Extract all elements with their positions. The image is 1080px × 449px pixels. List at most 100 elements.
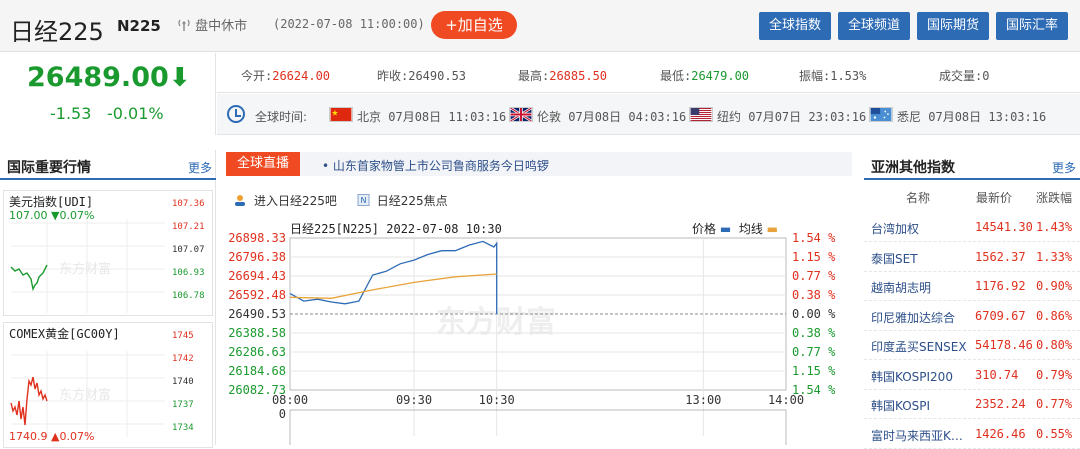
- y-tick-label: 26694.43: [228, 269, 286, 283]
- intl-markets-panel: 国际重要行情 更多 美元指数[UDI] 107.00 ▼0.07% 东方财富 1…: [0, 150, 216, 448]
- volume-stat: 成交量:0: [939, 69, 990, 83]
- last-price: 26489.00: [27, 62, 169, 93]
- asia-index-pct: 1.43%: [1036, 220, 1073, 234]
- intraday-chart[interactable]: 日经225[N225] 2022-07-08 10:30 价格 ▬ 均线 ▬ 东…: [226, 214, 852, 449]
- y-tick-pct-label: 0.38 %: [792, 326, 836, 340]
- x-tick-label: 09:30: [396, 393, 432, 407]
- asia-index-price: 2352.24: [975, 397, 1026, 411]
- volume-value: 0: [982, 69, 990, 83]
- y-tick-pct-label: 1.15 %: [792, 250, 836, 264]
- open-stat: 今开:26624.00: [241, 69, 331, 83]
- svg-text:N: N: [360, 196, 366, 205]
- y-tick-label: 26592.48: [228, 288, 286, 302]
- add-watchlist-button[interactable]: +加自选: [431, 11, 517, 39]
- asia-index-name[interactable]: 富时马来西亚K…: [871, 427, 973, 444]
- high-stat: 最高:26885.50: [518, 69, 608, 83]
- asia-indices-title: 亚洲其他指数: [871, 160, 955, 176]
- australia-flag-icon: [869, 107, 893, 122]
- asia-index-name[interactable]: 越南胡志明: [871, 279, 973, 296]
- high-value: 26885.50: [549, 69, 608, 83]
- asia-index-name[interactable]: 韩国KOSPI: [871, 397, 973, 414]
- news-icon: N: [357, 194, 370, 206]
- asia-index-row[interactable]: 韩国KOSPI200 310.74 0.79%: [864, 361, 1080, 390]
- asia-indices-header: 亚洲其他指数 更多: [864, 150, 1080, 180]
- asia-index-row[interactable]: 富时马来西亚K… 1426.46 0.55%: [864, 420, 1080, 449]
- low-value: 26479.00: [691, 69, 750, 83]
- price-change: -1.53: [50, 104, 92, 123]
- price-legend-mark: ▬: [719, 222, 732, 236]
- col-price: 最新价: [976, 191, 1013, 205]
- nav-global-index-button[interactable]: 全球指数: [759, 12, 831, 40]
- global-time-bar: 全球时间: 北京 07月08日 11:03:16 伦敦 07月08日 04:03…: [217, 94, 1080, 135]
- live-news-bar: • 山东首家物管上市公司鲁商服务今日鸣锣: [300, 152, 852, 176]
- user-forum-icon: [235, 195, 245, 206]
- y-tick-label: 26796.38: [228, 250, 286, 264]
- asia-index-row[interactable]: 越南胡志明 1176.92 0.90%: [864, 272, 1080, 301]
- open-value: 26624.00: [272, 69, 331, 83]
- volume-label: 0: [279, 407, 286, 421]
- page-title: 日经225: [10, 18, 104, 46]
- market-status: 盘中休市: [177, 15, 247, 34]
- city-time-beijing: 北京 07月08日 11:03:16: [357, 110, 507, 124]
- asia-index-pct: 0.79%: [1036, 367, 1073, 382]
- asia-index-row[interactable]: 泰国SET 1562.37 1.33%: [864, 243, 1080, 272]
- y-tick-pct-label: 0.77 %: [792, 345, 836, 359]
- intl-markets-title: 国际重要行情: [7, 160, 91, 176]
- forum-link[interactable]: 进入日经225吧: [234, 192, 337, 209]
- focus-link[interactable]: N 日经225焦点: [357, 192, 448, 209]
- nav-intl-futures-button[interactable]: 国际期货: [917, 12, 989, 40]
- asia-index-price: 14541.30: [975, 220, 1033, 234]
- y-tick-pct-label: 1.15 %: [792, 364, 836, 378]
- asia-index-name[interactable]: 韩国KOSPI200: [871, 368, 973, 385]
- col-pct: 涨跌幅: [1036, 191, 1073, 205]
- index-code: N225: [117, 17, 161, 35]
- prev-close-value: 26490.53: [408, 69, 467, 83]
- asia-index-row[interactable]: 韩国KOSPI 2352.24 0.77%: [864, 390, 1080, 419]
- comex-gold-value: 1740.9 ▲0.07%: [9, 430, 95, 443]
- china-flag-icon: [329, 107, 353, 122]
- city-time-newyork: 纽约 07月07日 23:03:16: [717, 110, 867, 124]
- asia-index-price: 6709.67: [975, 308, 1026, 323]
- asia-index-price: 54178.46: [975, 338, 1033, 352]
- center-panel: 全球直播 • 山东首家物管上市公司鲁商服务今日鸣锣 进入日经225吧 N 日经22…: [226, 150, 852, 449]
- usd-index-widget[interactable]: 美元指数[UDI] 107.00 ▼0.07% 东方财富 107.36 107.…: [3, 190, 213, 316]
- asia-index-price: 1176.92: [975, 279, 1026, 293]
- y-tick-label: 26286.63: [228, 345, 286, 359]
- chart-legend: 价格 ▬ 均线 ▬: [692, 222, 779, 236]
- x-tick-label: 14:00: [768, 393, 804, 407]
- intl-markets-more-link[interactable]: 更多: [188, 159, 212, 176]
- nav-intl-fx-button[interactable]: 国际汇率: [996, 12, 1068, 40]
- asia-index-name[interactable]: 台湾加权: [871, 220, 973, 237]
- live-news-link[interactable]: • 山东首家物管上市公司鲁商服务今日鸣锣: [322, 157, 549, 174]
- sub-links: 进入日经225吧 N 日经225焦点: [234, 192, 464, 209]
- comex-gold-widget[interactable]: COMEX黄金[GC00Y] 东方财富 1740.9 ▲0.07% 1745 1…: [3, 322, 213, 448]
- watermark: 东方财富: [59, 387, 111, 403]
- y-tick-pct-label: 1.54 %: [792, 231, 836, 245]
- y-tick-pct-label: 0.00 %: [792, 307, 836, 321]
- asia-index-price: 1426.46: [975, 426, 1026, 441]
- nav-global-channel-button[interactable]: 全球频道: [838, 12, 910, 40]
- x-tick-label: 08:00: [272, 393, 308, 407]
- asia-index-row[interactable]: 台湾加权 14541.30 1.43%: [864, 213, 1080, 242]
- asia-index-name[interactable]: 印度孟买SENSEX: [871, 338, 973, 355]
- global-time-label: 全球时间:: [255, 110, 308, 124]
- asia-index-price: 1562.37: [975, 249, 1026, 264]
- asia-index-pct: 0.90%: [1036, 279, 1073, 293]
- asia-indices-more-link[interactable]: 更多: [1052, 159, 1076, 176]
- chart-title: 日经225[N225] 2022-07-08 10:30: [290, 222, 502, 236]
- quote-datetime: (2022-07-08 11:00:00): [273, 17, 425, 31]
- asia-index-name[interactable]: 印尼雅加达综合: [871, 309, 973, 326]
- us-flag-icon: [689, 107, 713, 122]
- low-stat: 最低:26479.00: [660, 69, 750, 83]
- y-tick-pct-label: 0.38 %: [792, 288, 836, 302]
- price-series-line: [289, 240, 498, 315]
- main-quote: 26489.00 ⬇ -1.53 -0.01%: [0, 53, 216, 135]
- asia-index-name[interactable]: 泰国SET: [871, 250, 973, 267]
- y-tick-label: 26388.58: [228, 326, 286, 340]
- asia-index-row[interactable]: 印度孟买SENSEX 54178.46 0.80%: [864, 331, 1080, 360]
- intraday-chart-svg: 东方财富 26898.33 1.54 % 26796.38 1.15 % 26694.43…: [228, 231, 836, 449]
- asia-index-row[interactable]: 印尼雅加达综合 6709.67 0.86%: [864, 302, 1080, 331]
- volume-frame: [289, 409, 787, 449]
- prev-close-stat: 昨收:26490.53: [377, 69, 467, 83]
- y-tick-label: 26490.53: [228, 307, 286, 321]
